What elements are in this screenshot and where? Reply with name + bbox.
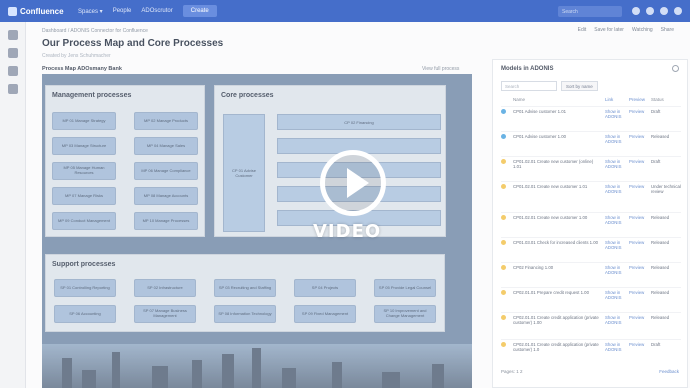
play-icon[interactable] (320, 150, 386, 216)
video-label: VIDEO (313, 221, 382, 242)
